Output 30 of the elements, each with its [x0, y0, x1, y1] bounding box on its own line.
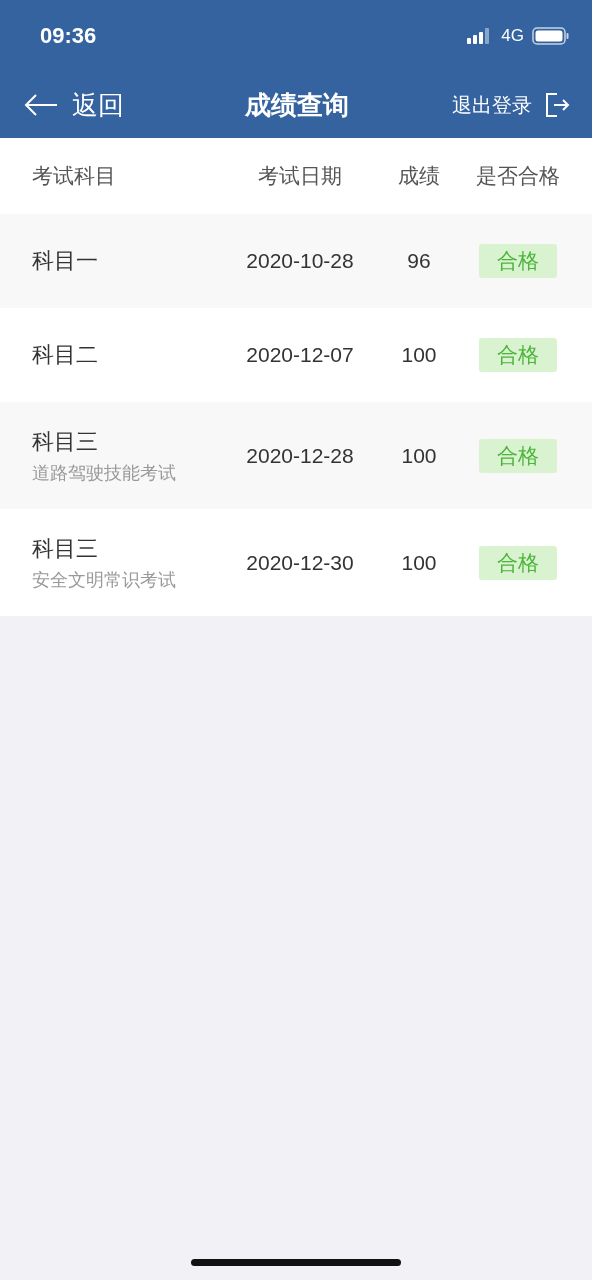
- subject-name: 科目一: [32, 247, 99, 275]
- status-time: 09:36: [40, 23, 97, 49]
- subject-name: 科目三: [32, 534, 99, 563]
- column-header: 是否合格: [476, 163, 560, 190]
- page-title: 成绩查询: [245, 88, 349, 122]
- exam-date: 2020-12-28: [246, 443, 354, 468]
- exam-score: 100: [401, 550, 437, 575]
- result-badge: 合格: [479, 545, 557, 580]
- subject-name: 科目三: [32, 427, 99, 456]
- column-header: 成绩: [398, 163, 440, 190]
- subject-detail: 道路驾驶技能考试: [32, 460, 177, 485]
- logout-icon: [544, 92, 570, 118]
- subject-detail: 安全文明常识考试: [32, 567, 177, 592]
- result-badge: 合格: [479, 438, 557, 473]
- back-button[interactable]: 返回: [24, 87, 124, 123]
- exam-date: 2020-10-28: [246, 249, 354, 273]
- exam-score: 100: [401, 343, 437, 367]
- network-label: 4G: [501, 26, 524, 46]
- column-header: 考试日期: [258, 163, 342, 190]
- battery-icon: [532, 27, 570, 45]
- exam-score: 96: [407, 249, 431, 273]
- logout-button[interactable]: 退出登录: [452, 91, 570, 119]
- back-arrow-icon: [24, 94, 58, 116]
- result-badge: 合格: [479, 244, 557, 278]
- exam-date: 2020-12-07: [246, 343, 354, 367]
- subject-name: 科目二: [32, 341, 99, 369]
- exam-date: 2020-12-30: [246, 550, 354, 575]
- column-header: 考试科目: [32, 163, 116, 190]
- exam-score: 100: [401, 443, 437, 468]
- result-badge: 合格: [479, 338, 557, 372]
